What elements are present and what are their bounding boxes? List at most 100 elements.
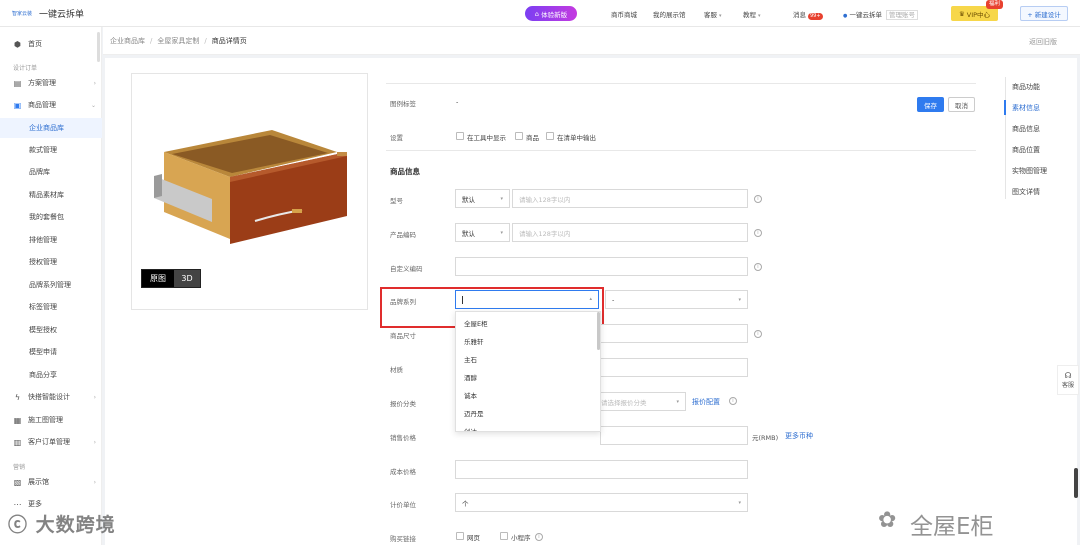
dropdown-scrollbar[interactable] [597, 312, 600, 350]
watermark-logo-icon: ⓒ [8, 514, 29, 536]
show-in-tool-label: 在工具中显示 [467, 134, 506, 142]
tutorial-menu[interactable]: 教程 ▾ [743, 9, 761, 19]
chevron-down-icon: ▾ [500, 229, 503, 236]
dropdown-option[interactable]: 主石 [464, 354, 477, 364]
sidebar-sub-model-application[interactable]: 模型申请 [0, 342, 102, 362]
cancel-button[interactable]: 取消 [948, 97, 975, 112]
brand[interactable]: 智家云装 一键云拆单 [12, 7, 84, 20]
customer-service-button[interactable]: ☊ 客服 [1057, 365, 1079, 395]
dropdown-option[interactable]: 迈丹是 [464, 408, 484, 418]
sidebar-sub-model-authorization[interactable]: 模型授权 [0, 320, 102, 340]
material-input[interactable] [600, 358, 748, 377]
info-icon: i [754, 195, 762, 203]
sidebar-item-worksheet[interactable]: ▦ 施工图管理 [0, 410, 102, 430]
breadcrumb-item[interactable]: 全屋家具定制 [157, 36, 199, 46]
showroom-icon: ▧ [13, 477, 22, 487]
anchor-detail[interactable]: 图文详情 [1012, 187, 1040, 197]
right-nav-line [1005, 77, 1006, 199]
product-code-mode-select[interactable]: 默认 ▾ [455, 223, 510, 242]
dropdown-option[interactable]: 创达 [464, 426, 477, 431]
brand-series-dropdown: 全屋E柜 乐雅轩 主石 酒醇 诚本 迈丹是 创达 [455, 311, 601, 432]
new-design-button[interactable]: + 新建设计 [1020, 6, 1068, 21]
sidebar-sub-brand-library[interactable]: 品牌库 [0, 162, 102, 182]
product-checkbox[interactable] [515, 132, 523, 140]
sidebar-item-showroom[interactable]: ▧ 展示馆 › [0, 472, 102, 492]
page-scrollbar[interactable] [1074, 468, 1078, 498]
sale-price-input[interactable] [600, 426, 748, 445]
model-input[interactable]: 请输入128字以内 [512, 189, 748, 208]
sidebar-item-scheme-management[interactable]: ▤ 方案管理 › [0, 73, 102, 93]
anchor-product-position[interactable]: 商品位置 [1012, 145, 1040, 155]
experience-label: 体验新版 [541, 10, 568, 19]
sidebar-item-home[interactable]: ⬢ 首页 [0, 34, 102, 54]
account-role-badge: 管理账号 [886, 10, 919, 20]
image-view-toggle[interactable]: 原图 3D [141, 269, 201, 288]
view-3d-tab[interactable]: 3D [174, 270, 200, 287]
output-in-list-checkbox[interactable] [546, 132, 554, 140]
pricing-unit-select[interactable]: 个 ▾ [455, 493, 748, 512]
brand-series-sub-value: - [612, 295, 615, 304]
coin-mall-link[interactable]: 商币商城 [611, 9, 637, 19]
cost-price-input[interactable] [455, 460, 748, 479]
anchor-real-photos[interactable]: 实物图管理 [1012, 166, 1047, 176]
sidebar-sub-my-packages[interactable]: 我的套餐包 [0, 207, 102, 227]
brand-series-sub-select[interactable]: - ▾ [605, 290, 748, 309]
my-showroom-link[interactable]: 我的展示馆 [653, 9, 686, 19]
info-icon: i [754, 229, 762, 237]
back-to-old-version-link[interactable]: 返回旧版 [1029, 37, 1057, 47]
more-icon: ⋯ [13, 499, 22, 509]
chevron-down-icon: ▾ [738, 296, 741, 303]
sidebar-item-label: 方案管理 [28, 79, 56, 87]
sidebar-item-customer-orders[interactable]: ▥ 客户订单管理 › [0, 432, 102, 452]
drawing-icon: ▦ [13, 415, 22, 425]
sidebar-item-product-management[interactable]: ▣ 商品管理 ⌄ [0, 95, 102, 115]
sidebar-item-smart-design[interactable]: ϟ 快搭智能设计 › [0, 387, 102, 407]
dropdown-option[interactable]: 乐雅轩 [464, 336, 484, 346]
model-mode-select[interactable]: 默认 ▾ [455, 189, 510, 208]
dropdown-option[interactable]: 诚本 [464, 390, 477, 400]
breadcrumb-item[interactable]: 企业商品库 [110, 36, 145, 46]
chevron-down-icon: ⌄ [90, 101, 96, 109]
save-button[interactable]: 保存 [917, 97, 944, 112]
more-currency-link[interactable]: 更多币种 [785, 431, 813, 441]
sidebar-sub-enterprise-library[interactable]: 企业商品库 [0, 118, 102, 138]
mini-program-checkbox[interactable] [500, 532, 508, 540]
info-icon: i [535, 533, 543, 541]
section-title-product-info: 商品信息 [390, 167, 420, 176]
service-menu[interactable]: 客服 ▾ [704, 9, 722, 19]
anchor-material-info[interactable]: 素材信息 [1012, 103, 1040, 113]
account-name: 一键云拆单 [849, 11, 882, 19]
sidebar-sub-style-management[interactable]: 款式管理 [0, 140, 102, 160]
sidebar-sub-premium-materials[interactable]: 精品素材库 [0, 185, 102, 205]
quote-category-select[interactable]: 请选择报价分类 ▾ [600, 392, 686, 411]
model-mode-value: 默认 [462, 195, 475, 204]
tag-value: - [456, 98, 459, 106]
watermark-left: ⓒ 大数跨境 [8, 510, 116, 537]
sidebar-sub-authorization[interactable]: 授权管理 [0, 252, 102, 272]
chevron-down-icon: ▾ [758, 13, 761, 19]
size-input[interactable] [600, 324, 748, 343]
show-in-tool-checkbox[interactable] [456, 132, 464, 140]
view-original-tab[interactable]: 原图 [142, 270, 174, 287]
sidebar-sub-brand-series[interactable]: 品牌系列管理 [0, 275, 102, 295]
sidebar-sub-exclusive-management[interactable]: 排他管理 [0, 230, 102, 250]
experience-new-version-button[interactable]: ⌂ 体验新版 [525, 6, 577, 21]
anchor-product-info[interactable]: 商品信息 [1012, 124, 1040, 134]
quote-category-label: 报价分类 [390, 400, 416, 408]
sidebar-item-label: 首页 [28, 40, 42, 48]
sidebar-sub-tag-management[interactable]: 标签管理 [0, 297, 102, 317]
chevron-right-icon: › [93, 478, 96, 486]
dropdown-option[interactable]: 全屋E柜 [464, 318, 488, 328]
sidebar-sub-product-share[interactable]: 商品分享 [0, 365, 102, 385]
document-icon: ▤ [13, 78, 22, 88]
vip-icon: ♛ [958, 9, 965, 18]
dropdown-option[interactable]: 酒醇 [464, 372, 477, 382]
product-code-input[interactable]: 请输入128字以内 [512, 223, 748, 242]
anchor-product-function[interactable]: 商品功能 [1012, 82, 1040, 92]
web-checkbox[interactable] [456, 532, 464, 540]
account-menu[interactable]: ● 一键云拆单 管理账号 [843, 9, 919, 20]
order-icon: ▥ [13, 437, 22, 447]
custom-code-input[interactable] [455, 257, 748, 276]
messages-link[interactable]: 消息 99+ [793, 9, 823, 20]
quote-config-link[interactable]: 报价配置 [692, 397, 720, 407]
